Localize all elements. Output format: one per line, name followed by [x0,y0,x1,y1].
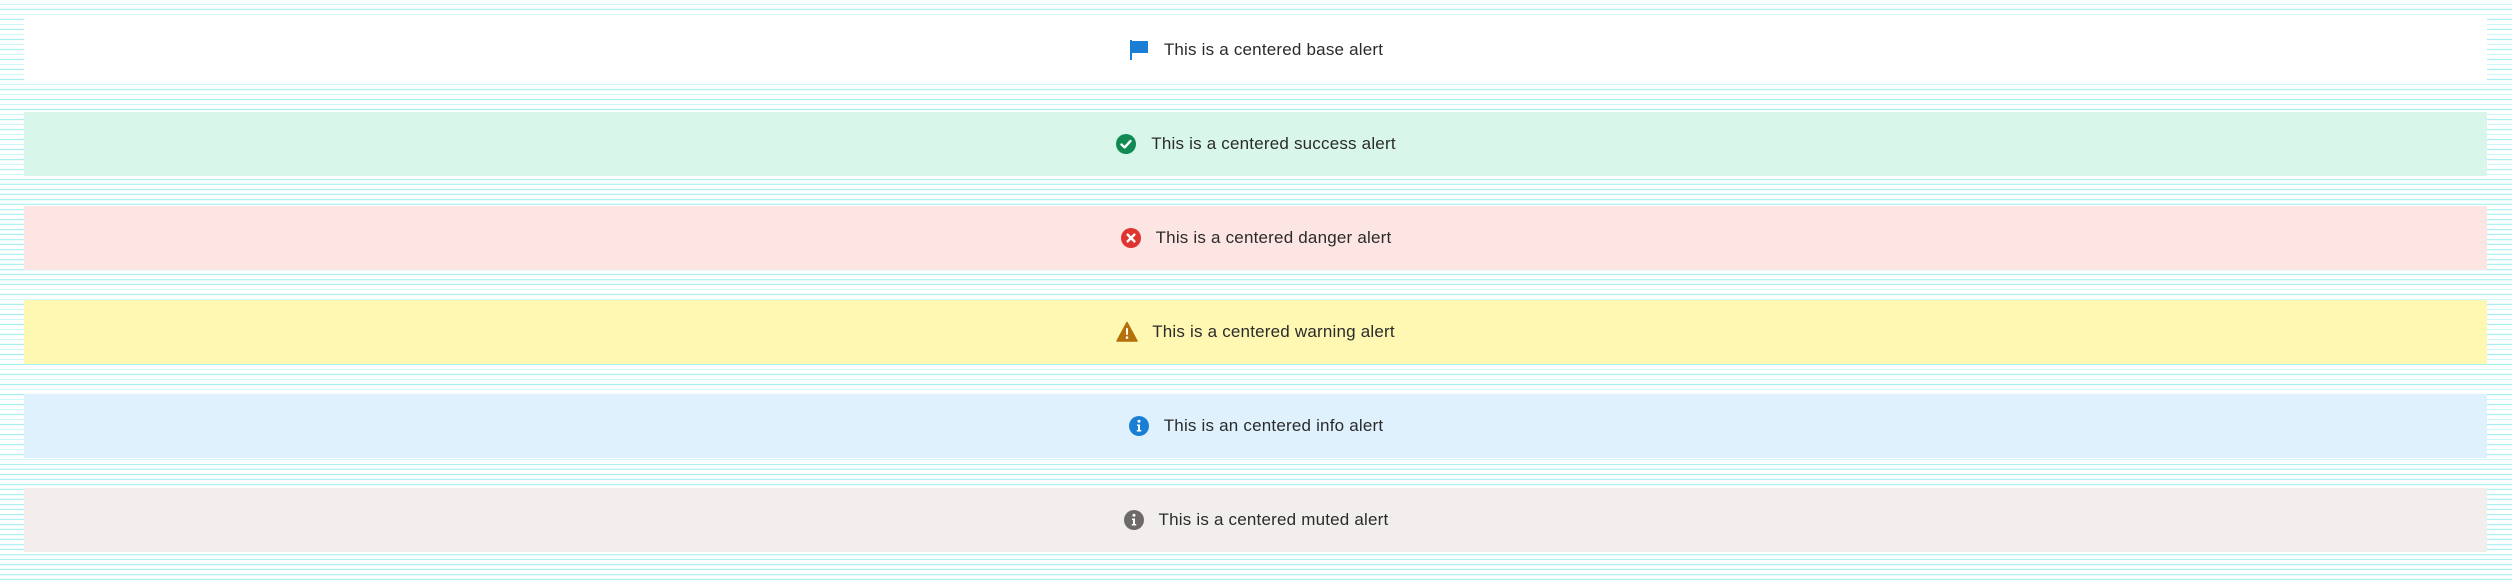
success-alert: This is a centered success alert [24,112,2487,176]
alert-content: This is an centered info alert [1128,415,1384,437]
alert-text: This is a centered base alert [1163,40,1384,59]
alert-text: This is an centered info alert [1163,416,1384,435]
info-alert: This is an centered info alert [24,394,2487,458]
check-circle-icon [1115,133,1137,155]
x-circle-icon [1120,227,1142,249]
warning-triangle-icon [1116,321,1138,343]
flag-icon [1128,39,1150,61]
warning-alert: This is a centered warning alert [24,300,2487,364]
alert-text: This is a centered success alert [1151,134,1396,153]
alert-text: This is a centered warning alert [1152,322,1395,341]
alert-content: This is a centered muted alert [1123,509,1389,531]
danger-alert: This is a centered danger alert [24,206,2487,270]
alert-content: This is a centered warning alert [1116,321,1395,343]
base-alert: This is a centered base alert [24,18,2487,82]
info-circle-icon [1123,509,1145,531]
alert-text: This is a centered muted alert [1158,510,1389,529]
info-circle-icon [1128,415,1150,437]
alert-content: This is a centered danger alert [1120,227,1392,249]
alert-list: This is a centered base alert This is a … [24,18,2487,582]
alert-content: This is a centered base alert [1128,39,1383,61]
muted-alert: This is a centered muted alert [24,488,2487,552]
alert-text: This is a centered danger alert [1155,228,1392,247]
alert-content: This is a centered success alert [1115,133,1396,155]
